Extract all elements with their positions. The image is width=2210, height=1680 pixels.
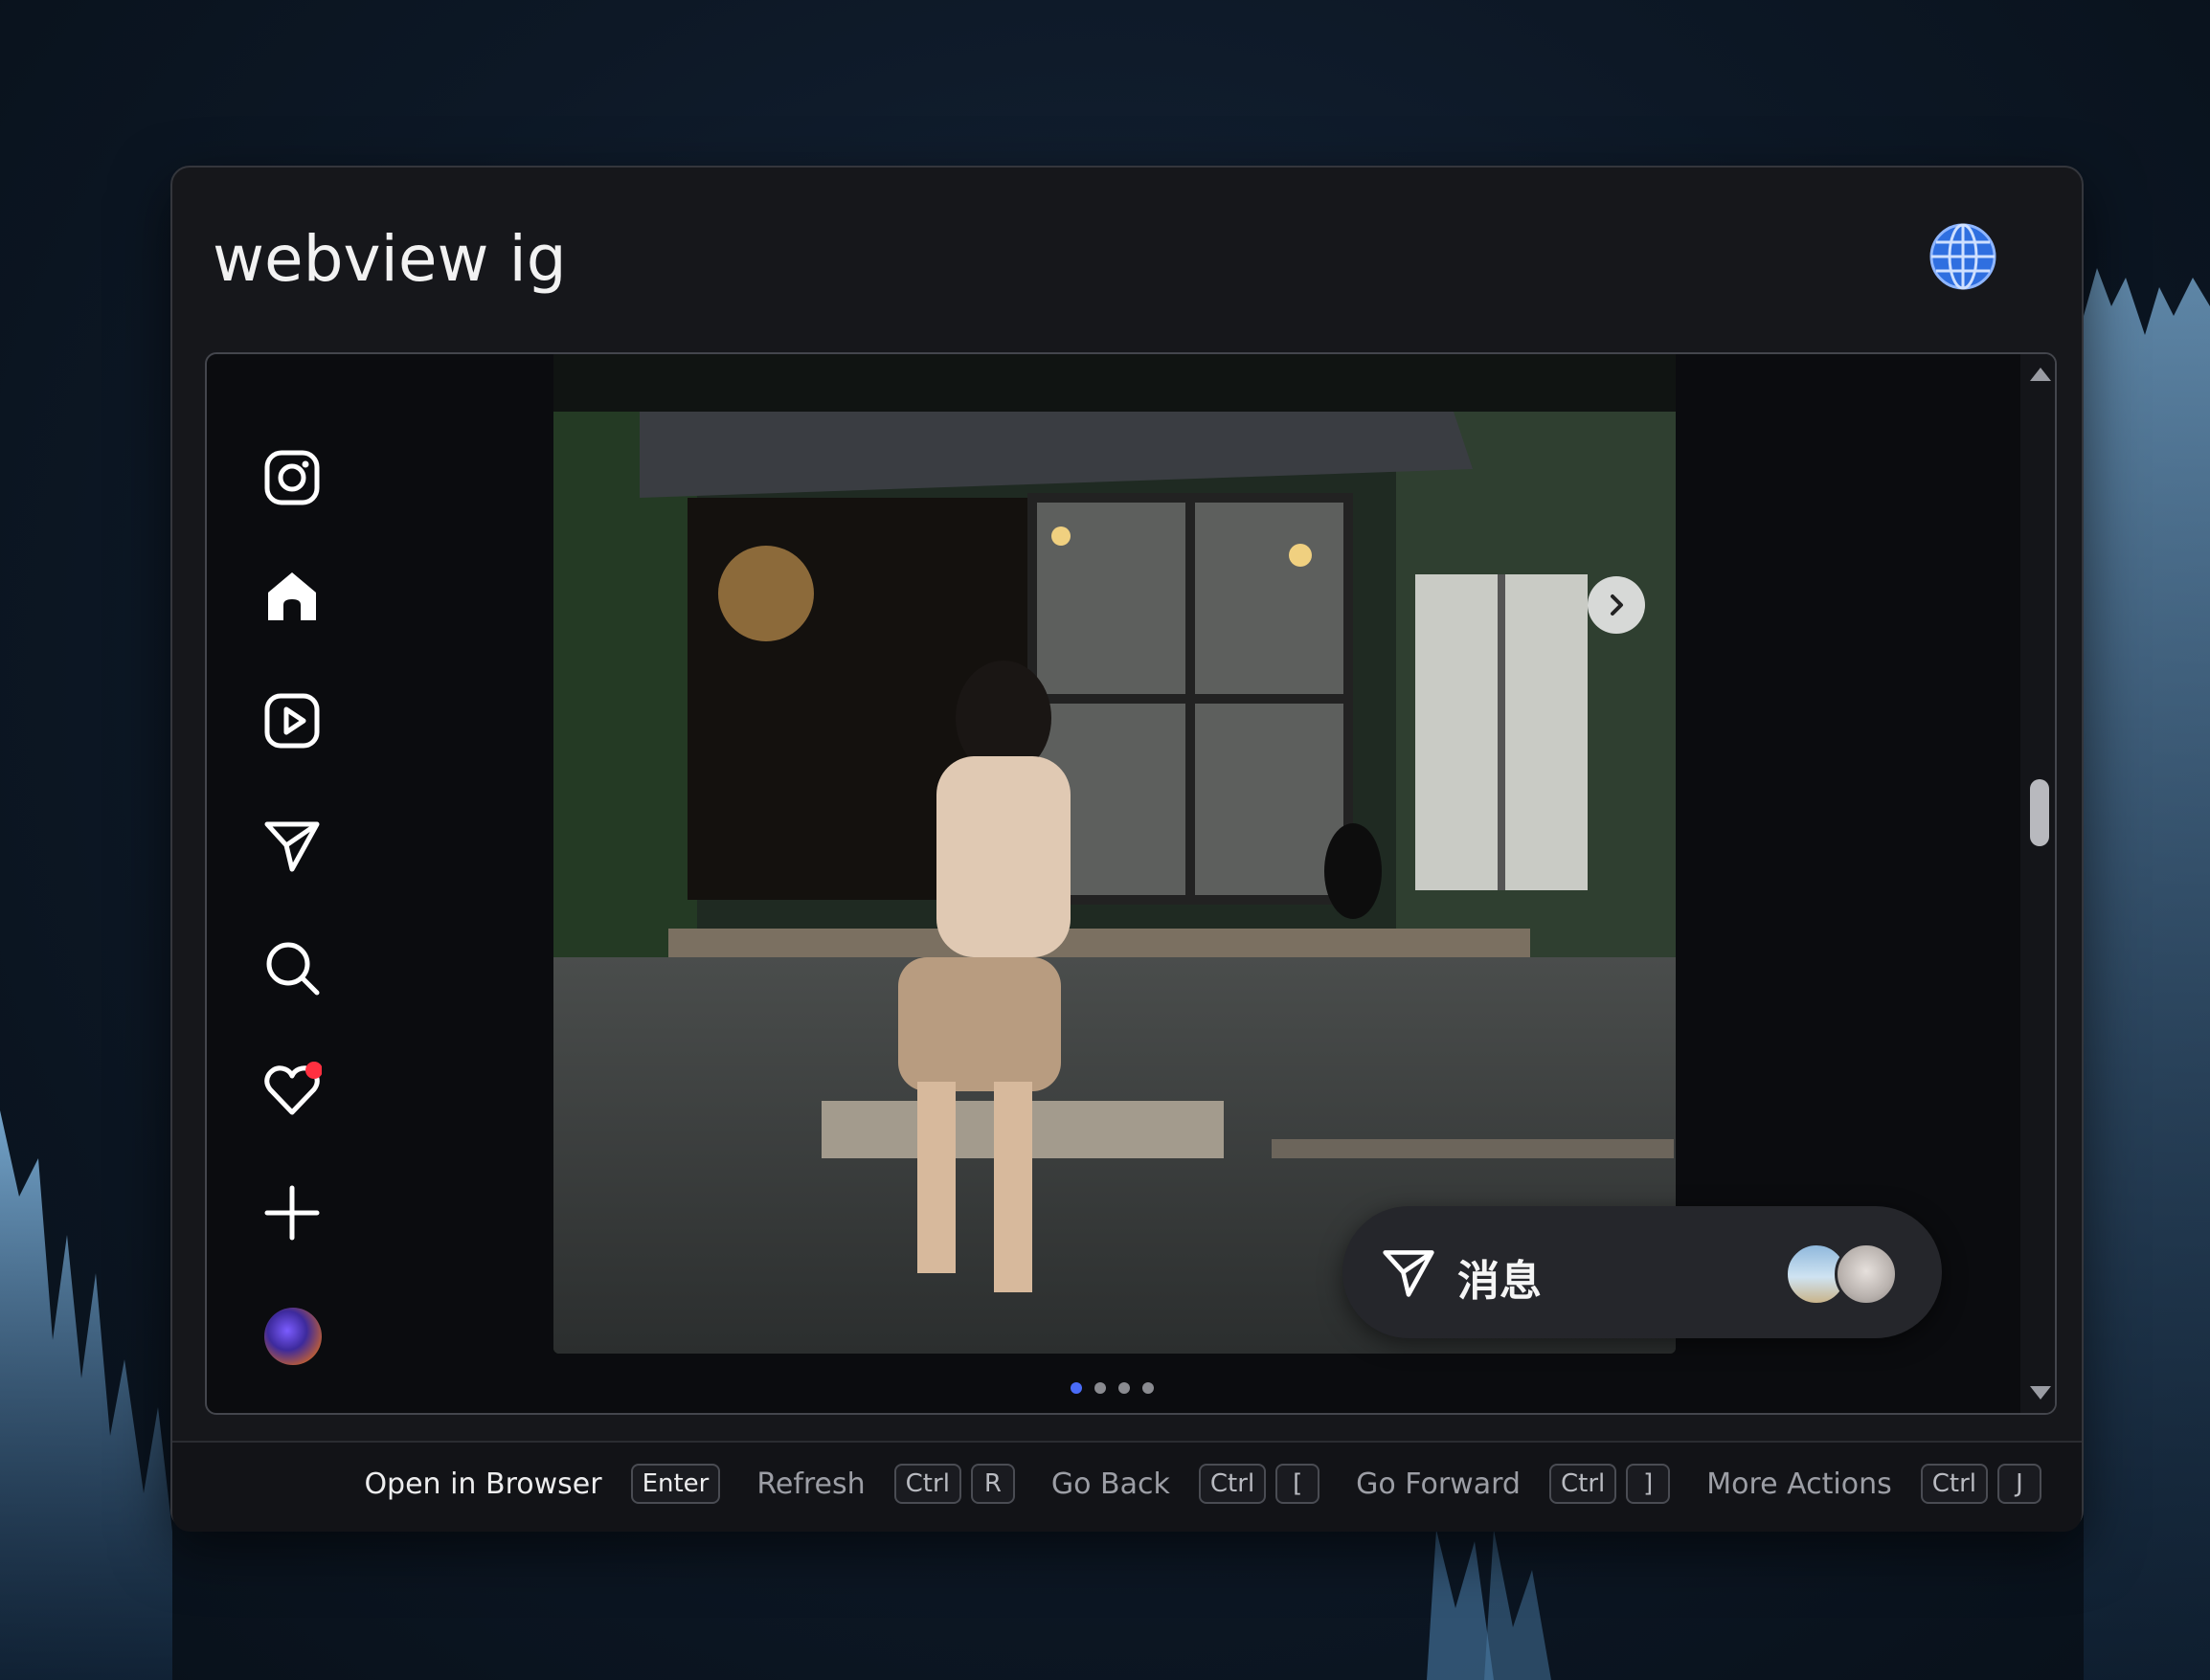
- notifications-heart-icon[interactable]: [262, 1061, 323, 1120]
- shortcut-key: J: [1997, 1464, 2041, 1504]
- chevron-right-icon: [1611, 594, 1623, 616]
- shortcut-key: Ctrl: [1198, 1464, 1267, 1504]
- shortcut-key: Enter: [630, 1464, 721, 1504]
- open-in-browser-action[interactable]: Open in Browser Enter: [364, 1464, 721, 1504]
- action-bar: Open in Browser Enter Refresh Ctrl R Go …: [172, 1441, 2082, 1532]
- carousel-dot[interactable]: [1071, 1382, 1082, 1394]
- action-label: More Actions: [1706, 1467, 1892, 1501]
- refresh-action[interactable]: Refresh Ctrl R: [756, 1464, 1015, 1504]
- go-forward-action[interactable]: Go Forward Ctrl ]: [1356, 1464, 1671, 1504]
- more-actions-action[interactable]: More Actions Ctrl J: [1706, 1464, 2041, 1504]
- carousel-next-button[interactable]: [1588, 576, 1645, 634]
- action-label: Go Back: [1050, 1467, 1170, 1501]
- globe-icon[interactable]: [1928, 222, 1997, 291]
- reels-icon[interactable]: [262, 691, 322, 750]
- instagram-logo-icon[interactable]: [262, 448, 322, 507]
- message-avatar: [1835, 1243, 1898, 1306]
- action-label: Go Forward: [1356, 1467, 1521, 1501]
- search-icon[interactable]: [262, 938, 322, 997]
- messages-label: 消息: [1457, 1257, 1542, 1306]
- direct-message-icon[interactable]: [262, 816, 322, 875]
- shortcut-key: R: [970, 1464, 1015, 1504]
- scrollbar-thumb[interactable]: [2030, 779, 2049, 846]
- profile-avatar[interactable]: [264, 1308, 322, 1365]
- action-label: Refresh: [756, 1467, 866, 1501]
- post-photo[interactable]: [553, 354, 1676, 1354]
- scroll-up-arrow-icon[interactable]: [2030, 368, 2051, 381]
- shortcut-key: Ctrl: [1920, 1464, 1988, 1504]
- create-plus-icon[interactable]: [262, 1183, 322, 1243]
- webview-content[interactable]: 消息: [205, 352, 2057, 1415]
- carousel-dot[interactable]: [1142, 1382, 1154, 1394]
- direct-message-icon: [1383, 1250, 1434, 1297]
- go-back-action[interactable]: Go Back Ctrl [: [1050, 1464, 1320, 1504]
- shortcut-key: Ctrl: [893, 1464, 961, 1504]
- carousel-dots: [1071, 1382, 1154, 1394]
- vertical-scrollbar[interactable]: [2020, 354, 2055, 1413]
- messages-pill[interactable]: 消息: [1342, 1206, 1942, 1338]
- shortcut-key: [: [1275, 1464, 1320, 1504]
- home-icon[interactable]: [262, 567, 322, 626]
- shortcut-key: Ctrl: [1548, 1464, 1617, 1504]
- carousel-dot[interactable]: [1094, 1382, 1106, 1394]
- webview-window: webview ig 消息 Open in Browser Enter Refr…: [170, 166, 2084, 1532]
- shortcut-key: ]: [1626, 1464, 1671, 1504]
- carousel-dot[interactable]: [1118, 1382, 1130, 1394]
- window-title: webview ig: [213, 222, 567, 296]
- scroll-down-arrow-icon[interactable]: [2030, 1386, 2051, 1400]
- action-label: Open in Browser: [364, 1467, 602, 1501]
